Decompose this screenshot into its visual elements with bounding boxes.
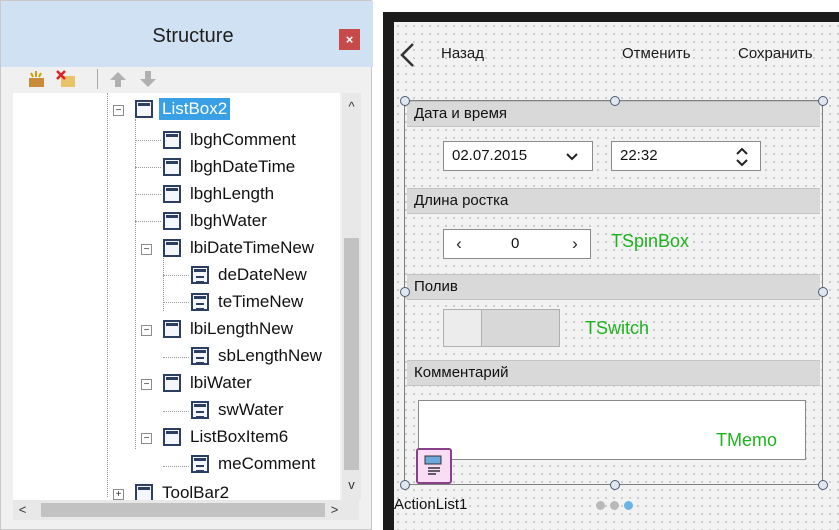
selection-grip[interactable] [400, 287, 410, 297]
control-icon [191, 347, 209, 365]
time-edit[interactable]: 22:32 [611, 141, 761, 171]
toggle-switch[interactable] [443, 309, 560, 347]
listbox-item-icon [163, 374, 181, 392]
action-list-component[interactable] [416, 448, 452, 484]
group-header-length: Длина ростка [407, 188, 820, 214]
cancel-button[interactable]: Отменить [622, 45, 691, 62]
back-chevron-icon[interactable] [398, 42, 418, 68]
tree-vertical-scrollbar[interactable]: ^ v [342, 93, 361, 500]
structure-toolbar [21, 65, 171, 91]
structure-panel: Structure × − ListBox2 lbghComment lbghD… [0, 0, 373, 530]
listbox-item-icon [163, 428, 181, 446]
collapse-toggle[interactable]: − [141, 433, 152, 444]
add-item-icon[interactable] [25, 69, 47, 89]
selection-grip[interactable] [610, 480, 620, 490]
close-button[interactable]: × [339, 29, 360, 50]
delete-item-icon[interactable] [55, 69, 77, 89]
listbox-icon [135, 100, 153, 118]
collapse-toggle[interactable]: − [141, 244, 152, 255]
up-down-stepper-icon[interactable] [736, 146, 748, 168]
structure-title: Structure [152, 25, 234, 47]
group-header-water: Полив [407, 274, 820, 300]
listbox-item-icon [163, 320, 181, 338]
chevron-down-icon[interactable] [566, 152, 578, 162]
memo-caption: TMemo [716, 430, 778, 450]
switch-thumb[interactable] [444, 310, 482, 346]
selection-grip[interactable] [818, 96, 828, 106]
tree-connector [135, 221, 161, 222]
page-dot [596, 501, 605, 510]
switch-caption: TSwitch [585, 318, 650, 338]
tree-connector [135, 167, 161, 168]
control-icon [191, 293, 209, 311]
action-list-label: ActionList1 [394, 496, 468, 513]
selection-grip[interactable] [818, 287, 828, 297]
spin-box[interactable]: ‹ 0 › [443, 229, 591, 259]
tree-connector [135, 194, 161, 195]
collapse-toggle[interactable]: − [141, 379, 152, 390]
spin-increment-button[interactable]: › [560, 230, 590, 258]
spinbox-caption: TSpinBox [611, 231, 690, 251]
listbox-item-icon [163, 158, 181, 176]
scroll-down-icon[interactable]: v [342, 477, 361, 492]
scroll-left-icon[interactable]: < [13, 502, 32, 517]
page-dot-active [624, 501, 633, 510]
date-edit[interactable]: 02.07.2015 [443, 141, 593, 171]
structure-tree: − ListBox2 lbghComment lbghDateTime lbgh… [13, 93, 340, 500]
action-list-icon [424, 455, 442, 475]
selection-grip[interactable] [610, 96, 620, 106]
tree-connector [163, 466, 189, 467]
group-header-comment: Комментарий [407, 360, 820, 386]
tree-connector [107, 93, 108, 497]
toolbar-separator [97, 69, 98, 89]
listbox-item-icon [163, 239, 181, 257]
control-icon [191, 266, 209, 284]
move-up-icon[interactable] [107, 69, 129, 89]
scroll-right-icon[interactable]: > [325, 502, 344, 517]
selection-grip[interactable] [818, 480, 828, 490]
listbox-item-icon [163, 131, 181, 149]
expand-toggle[interactable]: + [113, 489, 124, 500]
tree-horizontal-scrollbar[interactable]: < > [13, 500, 359, 520]
collapse-toggle[interactable]: − [141, 325, 152, 336]
vertical-scroll-thumb[interactable] [344, 238, 359, 470]
page-dot [610, 501, 619, 510]
collapse-toggle[interactable]: − [113, 105, 124, 116]
move-down-icon[interactable] [137, 69, 159, 89]
selection-grip[interactable] [400, 480, 410, 490]
listbox-item-icon [163, 185, 181, 203]
spin-decrement-button[interactable]: ‹ [444, 230, 474, 258]
save-button[interactable]: Сохранить [738, 45, 813, 62]
control-icon [191, 401, 209, 419]
tree-connector [163, 411, 189, 412]
tree-connector [135, 140, 161, 141]
control-icon [191, 455, 209, 473]
selection-grip[interactable] [400, 96, 410, 106]
listbox-item-icon [163, 212, 181, 230]
horizontal-scroll-thumb[interactable] [41, 503, 325, 517]
tree-connector [163, 302, 189, 303]
scroll-up-icon[interactable]: ^ [342, 99, 361, 114]
tree-connector [135, 119, 136, 449]
back-button[interactable]: Назад [441, 45, 484, 62]
tree-connector [163, 275, 189, 276]
toolbar-icon [135, 484, 153, 500]
tree-connector [163, 357, 189, 358]
